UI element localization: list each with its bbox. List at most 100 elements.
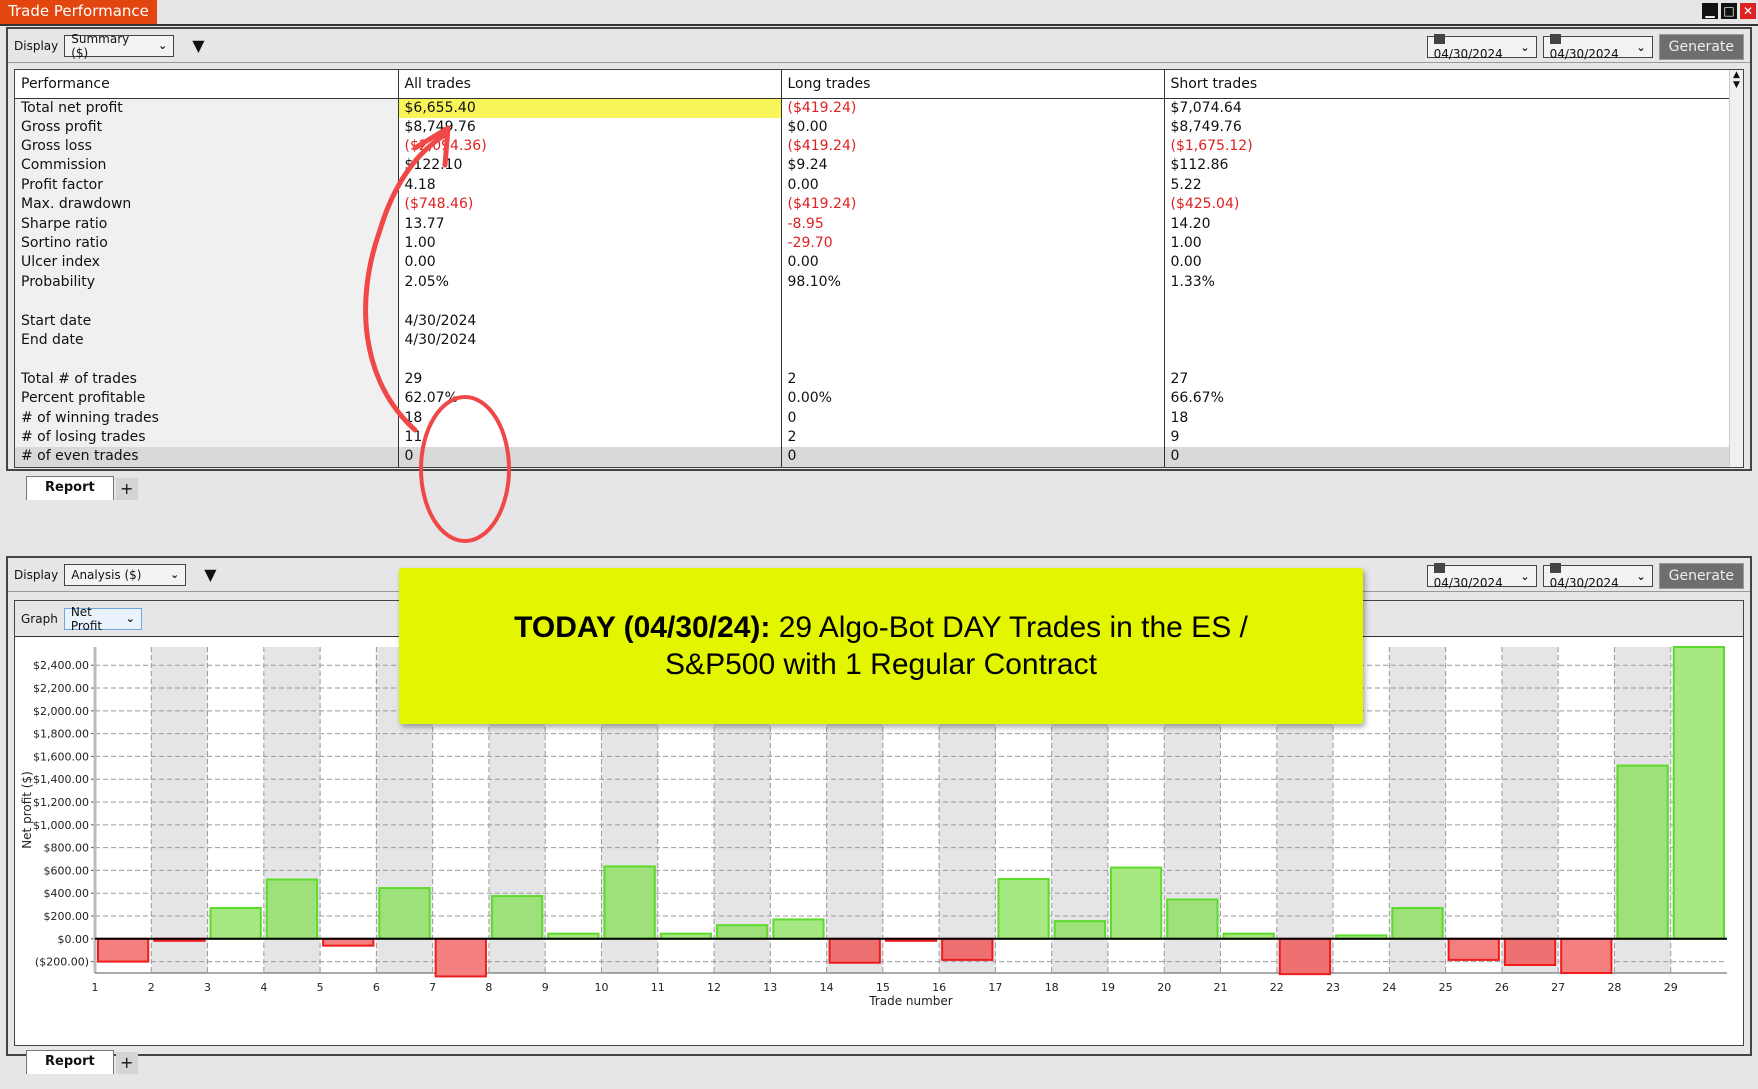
date-from-value: 04/30/2024	[1433, 576, 1503, 590]
table-row[interactable]: Gross loss ($2,094.36) ($419.24) ($1,675.12…	[15, 136, 1743, 157]
table-header-row: Performance All trades Long trades Short…	[15, 70, 1743, 99]
x-tick-label: 18	[1045, 981, 1059, 994]
cell-short-trades: $7,074.64	[1164, 98, 1743, 118]
y-tick-label: $1,800.00	[33, 728, 89, 741]
table-row[interactable]: Probability 2.05% 98.10% 1.33%	[15, 272, 1743, 293]
minimize-button[interactable]: ▁	[1702, 3, 1718, 19]
cell-long-trades	[781, 311, 1165, 331]
table-row[interactable]: Commission $122.10 $9.24 $112.86	[15, 156, 1743, 176]
table-row[interactable]: Profit factor 4.18 0.00 5.22	[15, 175, 1743, 196]
annotation-callout: TODAY (04/30/24): 29 Algo-Bot DAY Trades…	[399, 568, 1363, 724]
display-select[interactable]: Analysis ($) ⌄	[64, 563, 187, 586]
filter-icon[interactable]: ▼	[192, 36, 204, 55]
table-row[interactable]: End date 4/30/2024	[15, 330, 1743, 351]
display-select-value: Analysis ($)	[71, 567, 142, 582]
bar-trade-16	[941, 937, 994, 961]
display-select[interactable]: Summary ($) ⌄	[64, 32, 175, 60]
date-to-select[interactable]: 04/30/2024 ⌄	[1542, 563, 1653, 590]
bar-trade-14	[828, 937, 881, 964]
table-row[interactable]: Max. drawdown ($748.46) ($419.24) ($425.04)	[15, 195, 1743, 215]
bar-trade-4	[265, 878, 319, 940]
metric-label: # of losing trades	[15, 427, 399, 448]
vertical-scrollbar[interactable]: ▲ ▼	[1729, 70, 1743, 467]
table-row[interactable]: Sortino ratio 1.00 -29.70 1.00	[15, 233, 1743, 254]
table-row[interactable]: # of losing trades 11 2 9	[15, 427, 1743, 448]
table-row[interactable]: # of winning trades 18 0 18	[15, 408, 1743, 428]
y-tick-label: $1,200.00	[33, 796, 89, 809]
bar-trade-24	[1391, 907, 1444, 940]
chevron-down-icon: ⌄	[158, 39, 168, 52]
cell-short-trades: 1.00	[1164, 233, 1743, 254]
filter-icon[interactable]: ▼	[204, 565, 216, 584]
add-tab-button[interactable]: +	[115, 477, 138, 500]
cell-all-trades: 4/30/2024	[398, 330, 782, 351]
chevron-down-icon: ⌄	[1636, 569, 1646, 583]
performance-table: Performance All trades Long trades Short…	[15, 70, 1743, 467]
metric-label: Start date	[15, 311, 399, 331]
date-to-select[interactable]: 04/30/2024 ⌄	[1542, 34, 1653, 61]
cell-long-trades: ($419.24)	[781, 136, 1165, 157]
tab-report[interactable]: Report	[26, 1050, 114, 1074]
table-row[interactable]: Total # of trades 29 2 27	[15, 369, 1743, 389]
x-tick-label: 5	[317, 981, 324, 994]
cell-long-trades: ($419.24)	[781, 98, 1165, 118]
display-label: Display	[14, 38, 59, 53]
maximize-button[interactable]: □	[1721, 3, 1737, 19]
bar-trade-20	[1166, 898, 1219, 940]
calendar-icon	[1433, 34, 1445, 44]
bar-trade-5	[322, 937, 375, 947]
cell-all-trades: $8,749.76	[398, 117, 782, 137]
tab-report[interactable]: Report	[26, 475, 114, 500]
column-header[interactable]: Performance	[15, 70, 399, 99]
x-tick-label: 28	[1607, 981, 1621, 994]
x-tick-label: 6	[373, 981, 380, 994]
x-tick-label: 26	[1495, 981, 1509, 994]
cell-long-trades: -8.95	[781, 214, 1165, 234]
cell-long-trades: ($419.24)	[781, 195, 1165, 215]
metric-label: Gross loss	[15, 136, 399, 157]
scroll-down-arrow[interactable]: ▼	[1730, 80, 1743, 90]
column-header[interactable]: Short trades	[1164, 70, 1743, 99]
y-tick-label: $2,200.00	[33, 682, 89, 695]
add-tab-button[interactable]: +	[115, 1052, 138, 1074]
cell-all-trades: 0	[398, 447, 782, 467]
scroll-up-arrow[interactable]: ▲	[1730, 70, 1743, 80]
cell-all-trades: 29	[398, 369, 782, 389]
cell-short-trades	[1164, 292, 1743, 312]
y-tick-label: $1,400.00	[33, 773, 89, 786]
cell-short-trades: 5.22	[1164, 175, 1743, 196]
close-button[interactable]: ✕	[1740, 3, 1756, 19]
table-row[interactable]: Percent profitable 62.07% 0.00% 66.67%	[15, 388, 1743, 409]
table-spacer-row[interactable]	[15, 350, 1743, 370]
calendar-icon	[1549, 34, 1561, 44]
table-row[interactable]: # of even trades 0 0 0	[15, 447, 1743, 467]
cell-all-trades: 18	[398, 408, 782, 428]
table-row[interactable]: Gross profit $8,749.76 $0.00 $8,749.76	[15, 117, 1743, 137]
table-row[interactable]: Sharpe ratio 13.77 -8.95 14.20	[15, 214, 1743, 234]
column-header[interactable]: Long trades	[781, 70, 1165, 99]
calendar-icon	[1433, 563, 1445, 573]
report-tabbar: Report +	[8, 1048, 1750, 1074]
column-header[interactable]: All trades	[398, 70, 782, 99]
table-row[interactable]: Start date 4/30/2024	[15, 311, 1743, 331]
date-from-select[interactable]: 04/30/2024 ⌄	[1426, 563, 1537, 590]
generate-button[interactable]: Generate	[1658, 34, 1744, 60]
date-from-select[interactable]: 04/30/2024 ⌄	[1426, 34, 1537, 61]
table-row[interactable]: Ulcer index 0.00 0.00 0.00	[15, 253, 1743, 273]
y-tick-label: ($200.00)	[35, 956, 89, 969]
bar-trade-19	[1109, 866, 1163, 940]
x-tick-label: 13	[763, 981, 777, 994]
report-tabbar: Report +	[8, 474, 1750, 500]
generate-button[interactable]: Generate	[1658, 563, 1744, 589]
table-spacer-row[interactable]	[15, 292, 1743, 312]
chart-band	[1501, 647, 1559, 973]
x-tick-label: 8	[485, 981, 492, 994]
x-tick-label: 16	[932, 981, 946, 994]
bar-trade-8	[490, 895, 544, 940]
y-tick-label: $1,600.00	[33, 750, 89, 763]
table-row[interactable]: Total net profit $6,655.40 ($419.24) $7,074…	[15, 98, 1743, 118]
cell-short-trades: 0.00	[1164, 253, 1743, 273]
cell-long-trades: 0	[781, 447, 1165, 467]
x-tick-label: 12	[707, 981, 721, 994]
graph-select[interactable]: Net Profit ⌄	[63, 605, 142, 633]
